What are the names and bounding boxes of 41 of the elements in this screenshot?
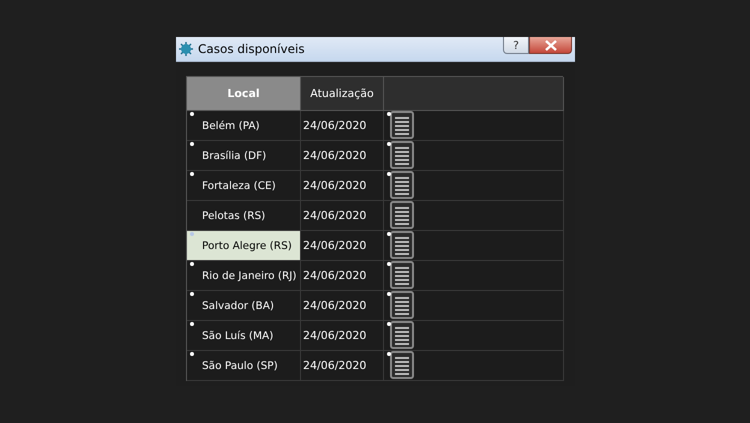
table-cell: 24/06/2020 (301, 111, 384, 141)
marker-dot (387, 292, 391, 296)
document-icon[interactable] (389, 321, 414, 349)
table-cell[interactable]: Rio de Janeiro (RJ) (187, 261, 301, 291)
document-icon[interactable] (389, 171, 414, 199)
document-icon[interactable] (389, 231, 414, 259)
table-cell: 24/06/2020 (301, 351, 384, 381)
window-title: Casos disponíveis (198, 42, 306, 56)
marker-dot (387, 322, 391, 326)
document-icon[interactable] (389, 201, 414, 229)
column-header[interactable]: Atualização (301, 77, 384, 111)
table-cell: 24/06/2020 (301, 231, 384, 261)
close-icon (544, 40, 558, 50)
table-cell[interactable]: Brasília (DF) (187, 141, 301, 171)
table-cell[interactable]: Fortaleza (CE) (187, 171, 301, 201)
table-cell: 24/06/2020 (301, 141, 384, 171)
table-cell[interactable]: Salvador (BA) (187, 291, 301, 321)
marker-dot (387, 262, 391, 266)
document-icon[interactable] (389, 291, 414, 319)
marker-dot (387, 112, 391, 116)
document-icon[interactable] (389, 351, 414, 379)
table-cell[interactable]: São Luís (MA) (187, 321, 301, 351)
virus-icon (178, 41, 194, 57)
table-cell[interactable]: São Paulo (SP) (187, 351, 301, 381)
document-icon[interactable] (389, 141, 414, 169)
table-cell: 24/06/2020 (301, 321, 384, 351)
marker-dot (387, 232, 391, 236)
marker-dot (387, 352, 391, 356)
table-cell[interactable]: Pelotas (RS) (187, 201, 301, 231)
table-cell: 24/06/2020 (301, 261, 384, 291)
marker-dot (387, 142, 391, 146)
table-cell: 24/06/2020 (301, 291, 384, 321)
table-cell: 24/06/2020 (301, 201, 384, 231)
help-button[interactable]: ? (503, 37, 529, 54)
document-icon[interactable] (389, 261, 414, 289)
document-icon[interactable] (389, 111, 414, 139)
table-cell: 24/06/2020 (301, 171, 384, 201)
table-cell[interactable]: Porto Alegre (RS) (187, 231, 301, 261)
marker-dot (387, 172, 391, 176)
close-button[interactable] (529, 37, 572, 54)
table-cell[interactable]: Belém (PA) (187, 111, 301, 141)
